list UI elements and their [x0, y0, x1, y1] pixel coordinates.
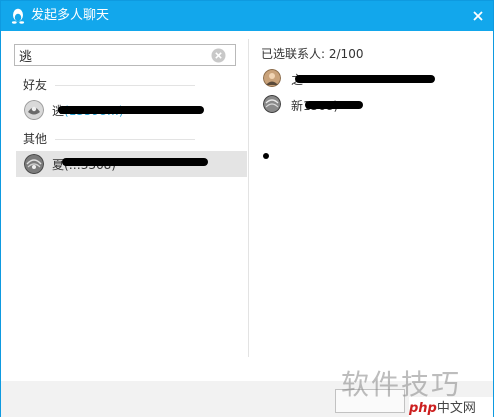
- clear-search-icon[interactable]: [211, 48, 226, 63]
- avatar: [24, 100, 44, 120]
- badge-text: 中文网: [436, 401, 476, 416]
- avatar: [263, 69, 281, 87]
- badge-php: php: [409, 401, 437, 416]
- contact-row-other[interactable]: 夏(…3368): [16, 151, 247, 177]
- close-icon[interactable]: [469, 7, 487, 25]
- bullet-dot: [263, 153, 269, 159]
- search-box: [14, 44, 236, 66]
- redaction-mark: [305, 101, 363, 109]
- window-title: 发起多人聊天: [31, 8, 110, 23]
- title-bar: 发起多人聊天: [1, 1, 493, 31]
- multi-chat-dialog: 发起多人聊天 好友 逃(13598…): [0, 0, 494, 417]
- site-badge: php中文网: [409, 397, 493, 417]
- search-input[interactable]: [19, 47, 199, 63]
- group-divider: [55, 139, 195, 140]
- avatar: [24, 154, 44, 174]
- redaction-mark: [295, 75, 435, 83]
- redaction-mark: [58, 106, 204, 114]
- selected-contact-row[interactable]: 之: [261, 67, 471, 91]
- group-header-others: 其他: [23, 132, 48, 146]
- qq-penguin-icon: [11, 8, 25, 24]
- contact-row-friend[interactable]: 逃(13598…): [16, 97, 247, 123]
- selected-contact-row[interactable]: 新1568): [261, 93, 471, 117]
- group-header-friends: 好友: [23, 78, 48, 92]
- avatar: [263, 95, 281, 113]
- group-divider: [55, 85, 195, 86]
- redaction-mark: [62, 158, 208, 166]
- selected-count: 已选联系人: 2/100: [261, 47, 364, 61]
- contact-search-pane: 好友 逃(13598…) 其他 夏(…3368): [11, 39, 249, 357]
- selected-contacts-pane: 已选联系人: 2/100 之 新1568): [261, 39, 487, 357]
